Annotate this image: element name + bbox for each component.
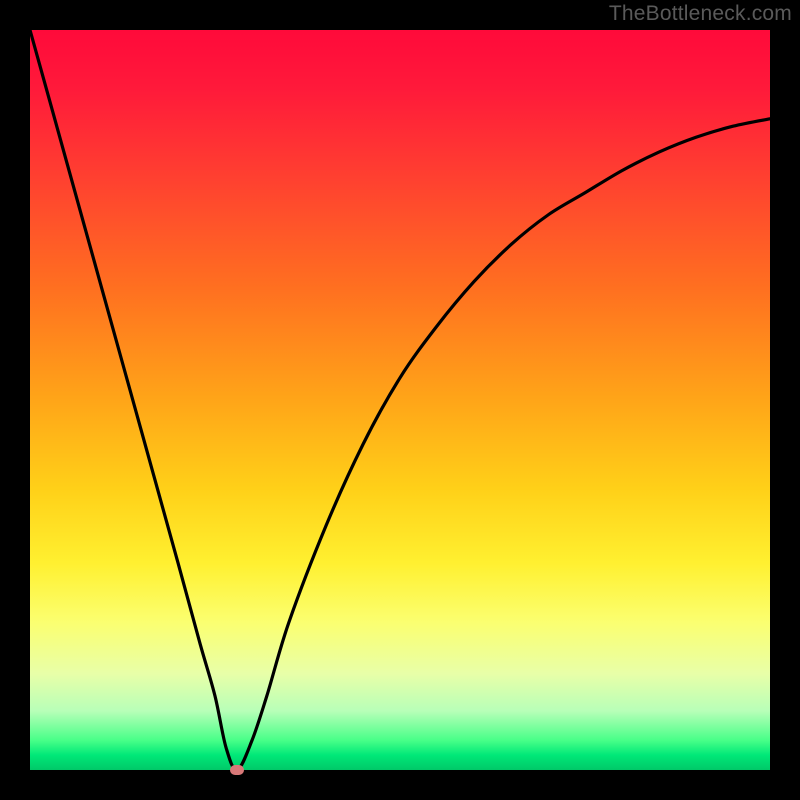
bottleneck-curve — [0, 0, 800, 800]
chart-frame: TheBottleneck.com — [0, 0, 800, 800]
watermark-text: TheBottleneck.com — [609, 2, 792, 26]
curve-path — [30, 30, 770, 770]
optimum-marker — [230, 765, 244, 775]
